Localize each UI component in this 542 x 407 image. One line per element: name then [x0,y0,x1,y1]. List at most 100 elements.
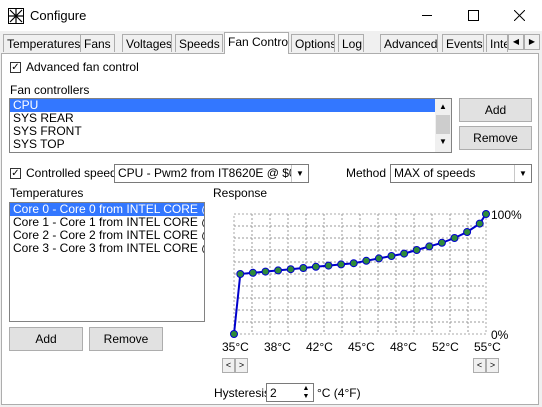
response-point[interactable] [299,264,308,272]
fan-controllers-list[interactable]: CPU SYS REAR SYS FRONT SYS TOP ▲ ▼ [9,98,452,153]
hysteresis-value[interactable]: 2 [270,386,277,400]
response-point[interactable] [463,228,472,236]
hysteresis-spinner[interactable]: 2 ▲ ▼ [266,383,314,402]
chart-grid [234,214,486,334]
tab-options[interactable]: Options [291,34,335,52]
response-point[interactable] [349,259,358,268]
chevron-left-icon: < [476,360,483,370]
minimize-button[interactable] [404,0,450,31]
response-point[interactable] [311,262,320,271]
x-tick-label: 35°C [222,340,249,354]
list-item[interactable]: Core 3 - Core 3 from INTEL CORE @ $0 [10,242,204,255]
response-point[interactable] [286,265,295,274]
response-point[interactable] [400,249,409,258]
checkmark-icon: ✓ [11,62,20,73]
list-item[interactable]: SYS FRONT [10,125,451,138]
response-chart[interactable] [210,200,510,350]
response-point[interactable] [248,268,257,277]
shift-right-button[interactable]: > [235,358,248,373]
add-temperature-button[interactable]: Add [9,327,83,351]
temperatures-list[interactable]: Core 0 - Core 0 from INTEL CORE @ $0 Cor… [9,202,205,322]
title-bar: Configure [0,0,542,31]
scroll-up-icon[interactable]: ▲ [435,99,451,115]
response-point[interactable] [230,330,238,338]
y-max-label: 100% [491,208,522,222]
fan-controllers-label: Fan controllers [10,83,90,97]
tab-label: Temperatures [7,37,81,51]
tab-fans[interactable]: Fans [80,34,115,52]
response-point[interactable] [475,219,484,228]
method-select[interactable]: MAX of speeds ▼ [390,164,532,183]
response-point[interactable] [450,234,459,242]
response-point[interactable] [324,261,333,270]
response-point[interactable] [261,267,270,276]
response-point[interactable] [437,238,446,247]
remove-temperature-button[interactable]: Remove [89,327,163,351]
x-tick-label: 52°C [432,340,459,354]
fan-controllers-scrollbar[interactable]: ▲ ▼ [435,99,451,152]
tab-label: Events [446,37,483,51]
controlled-speed-select[interactable]: CPU - Pwm2 from IT8620E @ $0A30 ▼ [114,164,309,183]
tab-inte[interactable]: Inte [486,34,508,52]
checkmark-icon: ✓ [11,168,20,179]
chevron-right-icon: > [238,360,245,370]
add-controller-button[interactable]: Add [459,98,532,122]
tab-label: Advanced [384,37,438,51]
tab-speeds[interactable]: Speeds [175,34,223,52]
tab-voltages[interactable]: Voltages [122,34,172,52]
x-tick-label: 38°C [264,340,291,354]
tab-label: Log [342,37,363,51]
chevron-right-icon: > [489,360,496,370]
tab-label: Speeds [179,37,220,51]
tab-log[interactable]: Log [338,34,364,52]
close-icon [513,10,525,21]
advanced-fan-control-label: Advanced fan control [26,60,139,74]
tab-temperatures[interactable]: Temperatures [3,34,81,52]
tab-advanced[interactable]: Advanced [380,34,438,52]
scale-left-button[interactable]: < [473,358,486,373]
response-point[interactable] [337,260,346,269]
response-point[interactable] [412,246,421,254]
spin-up-down-icon[interactable]: ▲ ▼ [300,385,312,401]
tab-fan-control[interactable]: Fan Control [224,32,289,54]
response-point[interactable] [387,252,396,260]
maximize-button[interactable] [450,0,496,31]
controlled-speed-label: Controlled speed [26,166,117,180]
tab-events[interactable]: Events [442,34,484,52]
chevron-down-icon: ▼ [514,165,531,182]
hysteresis-unit: °C (4°F) [317,386,361,400]
remove-controller-button[interactable]: Remove [459,126,532,150]
scale-right-button[interactable]: > [486,358,499,373]
hysteresis-label: Hysteresis [214,386,271,400]
controlled-speed-checkbox[interactable]: ✓ [10,168,21,179]
scroll-thumb[interactable] [436,115,450,134]
arrow-left-icon: ◀ [512,37,520,46]
response-label: Response [213,186,268,200]
tab-label: Fans [84,37,111,51]
method-label: Method [346,166,387,180]
tab-label: Inte [490,37,507,51]
select-value: CPU - Pwm2 from IT8620E @ $0A30 [118,166,309,180]
app-icon [8,8,24,24]
response-point[interactable] [482,210,490,218]
x-tick-label: 42°C [306,340,333,354]
response-point[interactable] [362,256,371,265]
tab-strip: Temperatures Fans Voltages Speeds Fan Co… [0,32,542,54]
temperatures-label: Temperatures [10,186,84,200]
advanced-fan-control-checkbox[interactable]: ✓ [10,62,21,73]
response-point[interactable] [236,270,245,278]
x-tick-label: 55°C [474,340,501,354]
tab-label: Fan Control [228,35,289,49]
response-point[interactable] [425,242,434,251]
response-point[interactable] [374,254,383,263]
list-item[interactable]: SYS TOP [10,138,451,151]
shift-left-button[interactable]: < [222,358,235,373]
scroll-down-icon[interactable]: ▼ [435,134,451,150]
tab-label: Voltages [126,37,172,51]
x-tick-label: 48°C [390,340,417,354]
x-tick-label: 45°C [348,340,375,354]
tab-scroll-left-button[interactable]: ◀ [508,34,524,50]
tab-scroll-right-button[interactable]: ▶ [524,34,540,50]
close-button[interactable] [496,0,542,31]
response-point[interactable] [274,266,283,275]
